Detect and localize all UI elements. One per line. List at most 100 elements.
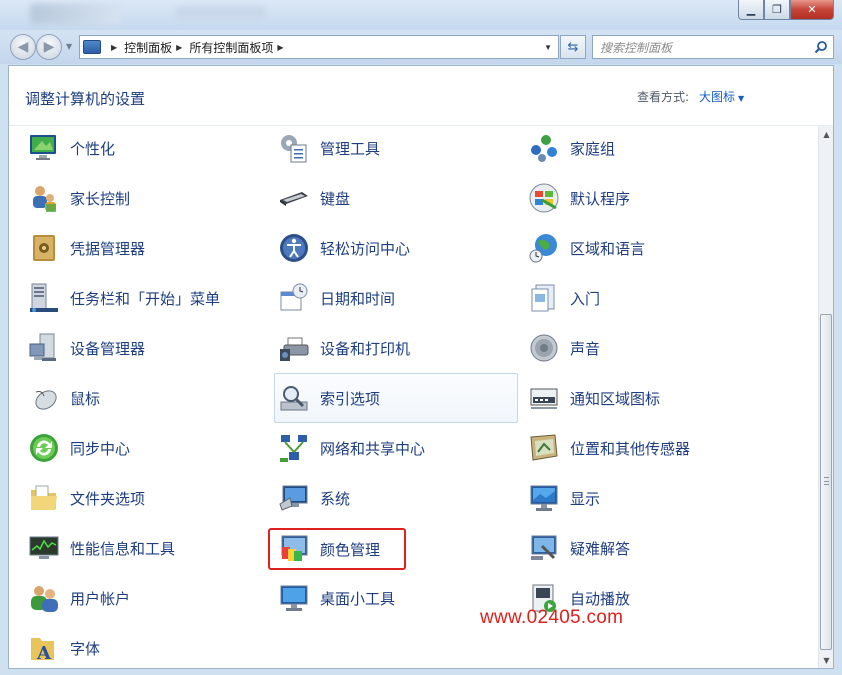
item-troubleshooting[interactable]: 疑难解答 bbox=[525, 523, 769, 573]
desktop-gadgets-icon bbox=[278, 582, 310, 614]
item-color-management[interactable]: 颜色管理 bbox=[268, 528, 406, 570]
navigation-bar: ◀ ▶ ▼ ▶ 控制面板 ▶ 所有控制面板项 ▶ ▼ ⇆ 搜索控制面板 bbox=[0, 30, 842, 64]
item-label: 用户帐户 bbox=[70, 589, 131, 608]
sound-icon bbox=[528, 332, 560, 364]
item-system[interactable]: 系统 bbox=[275, 473, 519, 523]
item-ease-of-access[interactable]: 轻松访问中心 bbox=[275, 223, 519, 273]
item-user-accounts[interactable]: 用户帐户 bbox=[25, 573, 269, 623]
item-label: 设备和打印机 bbox=[320, 339, 411, 358]
sync-center-icon bbox=[28, 432, 60, 464]
item-sync-center[interactable]: 同步中心 bbox=[25, 423, 269, 473]
network-sharing-icon bbox=[278, 432, 310, 464]
item-label: 个性化 bbox=[70, 139, 116, 158]
default-programs-icon bbox=[528, 182, 560, 214]
item-fonts[interactable]: A 字体 bbox=[25, 623, 269, 673]
folder-options-icon bbox=[28, 482, 60, 514]
view-by-value: 大图标 bbox=[699, 90, 736, 104]
item-label: 家庭组 bbox=[570, 139, 616, 158]
item-mouse[interactable]: 鼠标 bbox=[25, 373, 269, 423]
item-keyboard[interactable]: 键盘 bbox=[275, 173, 519, 223]
search-input[interactable]: 搜索控制面板 bbox=[592, 35, 834, 59]
content-header: 调整计算机的设置 查看方式: 大图标 ▼ bbox=[9, 66, 833, 126]
item-sound[interactable]: 声音 bbox=[525, 323, 769, 373]
item-label: 位置和其他传感器 bbox=[570, 439, 691, 458]
item-label: 颜色管理 bbox=[320, 540, 381, 559]
address-dropdown-icon[interactable]: ▼ bbox=[544, 43, 552, 52]
breadcrumb-separator-icon[interactable]: ▶ bbox=[111, 43, 117, 52]
chevron-down-icon: ▼ bbox=[738, 94, 745, 103]
location-sensors-icon bbox=[528, 432, 560, 464]
item-label: 文件夹选项 bbox=[70, 489, 146, 508]
page-title: 调整计算机的设置 bbox=[25, 90, 146, 108]
item-location-sensors[interactable]: 位置和其他传感器 bbox=[525, 423, 769, 473]
address-bar[interactable]: ▶ 控制面板 ▶ 所有控制面板项 ▶ ▼ bbox=[79, 35, 559, 59]
item-notification-icons[interactable]: 通知区域图标 bbox=[525, 373, 769, 423]
breadcrumb-all-items[interactable]: 所有控制面板项 bbox=[189, 39, 273, 56]
breadcrumb-separator-icon[interactable]: ▶ bbox=[176, 43, 182, 52]
item-getting-started[interactable]: 入门 bbox=[525, 273, 769, 323]
getting-started-icon bbox=[528, 282, 560, 314]
item-label: 声音 bbox=[570, 339, 601, 358]
item-display[interactable]: 显示 bbox=[525, 473, 769, 523]
item-label: 字体 bbox=[70, 639, 101, 658]
user-accounts-icon bbox=[28, 582, 60, 614]
system-icon bbox=[278, 482, 310, 514]
item-label: 轻松访问中心 bbox=[320, 239, 411, 258]
item-label: 网络和共享中心 bbox=[320, 439, 426, 458]
close-button[interactable]: ✕ bbox=[790, 0, 834, 20]
vertical-scrollbar[interactable]: ▲ ▼ bbox=[818, 126, 833, 668]
color-management-icon bbox=[278, 533, 310, 565]
item-label: 入门 bbox=[570, 289, 601, 308]
item-default-programs[interactable]: 默认程序 bbox=[525, 173, 769, 223]
item-performance[interactable]: 性能信息和工具 bbox=[25, 523, 269, 573]
recent-pages-dropdown[interactable]: ▼ bbox=[66, 42, 72, 51]
scrollbar-thumb[interactable] bbox=[820, 314, 832, 650]
window-controls: ▁ ❐ ✕ bbox=[738, 0, 834, 20]
item-network-sharing[interactable]: 网络和共享中心 bbox=[275, 423, 519, 473]
item-indexing-options[interactable]: 索引选项 bbox=[274, 373, 518, 423]
item-folder-options[interactable]: 文件夹选项 bbox=[25, 473, 269, 523]
item-label: 日期和时间 bbox=[320, 289, 396, 308]
scroll-up-icon[interactable]: ▲ bbox=[819, 126, 834, 142]
fonts-icon: A bbox=[28, 632, 60, 664]
forward-button[interactable]: ▶ bbox=[36, 34, 62, 60]
item-label: 任务栏和「开始」菜单 bbox=[70, 289, 221, 308]
item-device-manager[interactable]: 设备管理器 bbox=[25, 323, 269, 373]
devices-printers-icon bbox=[278, 332, 310, 364]
mouse-icon bbox=[28, 382, 60, 414]
item-label: 区域和语言 bbox=[570, 239, 646, 258]
item-label: 键盘 bbox=[320, 189, 351, 208]
search-icon[interactable] bbox=[814, 40, 828, 54]
breadcrumb-separator-icon[interactable]: ▶ bbox=[277, 43, 283, 52]
item-personalization[interactable]: 个性化 bbox=[25, 123, 269, 173]
admin-tools-icon bbox=[278, 132, 310, 164]
item-credential-manager[interactable]: 凭据管理器 bbox=[25, 223, 269, 273]
item-label: 性能信息和工具 bbox=[70, 539, 176, 558]
item-label: 同步中心 bbox=[70, 439, 131, 458]
view-by-dropdown[interactable]: 大图标 ▼ bbox=[699, 88, 744, 105]
item-label: 凭据管理器 bbox=[70, 239, 146, 258]
item-devices-printers[interactable]: 设备和打印机 bbox=[275, 323, 519, 373]
forward-arrow-icon: ▶ bbox=[43, 39, 55, 55]
refresh-icon: ⇆ bbox=[567, 39, 579, 55]
item-label: 疑难解答 bbox=[570, 539, 631, 558]
item-parental-controls[interactable]: 家长控制 bbox=[25, 173, 269, 223]
item-date-time[interactable]: 日期和时间 bbox=[275, 273, 519, 323]
search-placeholder: 搜索控制面板 bbox=[600, 40, 673, 55]
item-admin-tools[interactable]: 管理工具 bbox=[275, 123, 519, 173]
item-label: 设备管理器 bbox=[70, 339, 146, 358]
date-time-icon bbox=[278, 282, 310, 314]
item-homegroup[interactable]: 家庭组 bbox=[525, 123, 769, 173]
item-region-language[interactable]: 区域和语言 bbox=[525, 223, 769, 273]
item-taskbar-start-menu[interactable]: 任务栏和「开始」菜单 bbox=[25, 273, 269, 323]
maximize-button[interactable]: ❐ bbox=[764, 0, 790, 20]
window-title bbox=[30, 4, 120, 24]
back-button[interactable]: ◀ bbox=[10, 34, 36, 60]
item-label: 管理工具 bbox=[320, 139, 381, 158]
refresh-button[interactable]: ⇆ bbox=[560, 35, 586, 59]
personalization-icon bbox=[28, 132, 60, 164]
minimize-button[interactable]: ▁ bbox=[738, 0, 764, 20]
display-icon bbox=[528, 482, 560, 514]
scroll-down-icon[interactable]: ▼ bbox=[819, 652, 834, 668]
breadcrumb-control-panel[interactable]: 控制面板 bbox=[124, 39, 172, 56]
